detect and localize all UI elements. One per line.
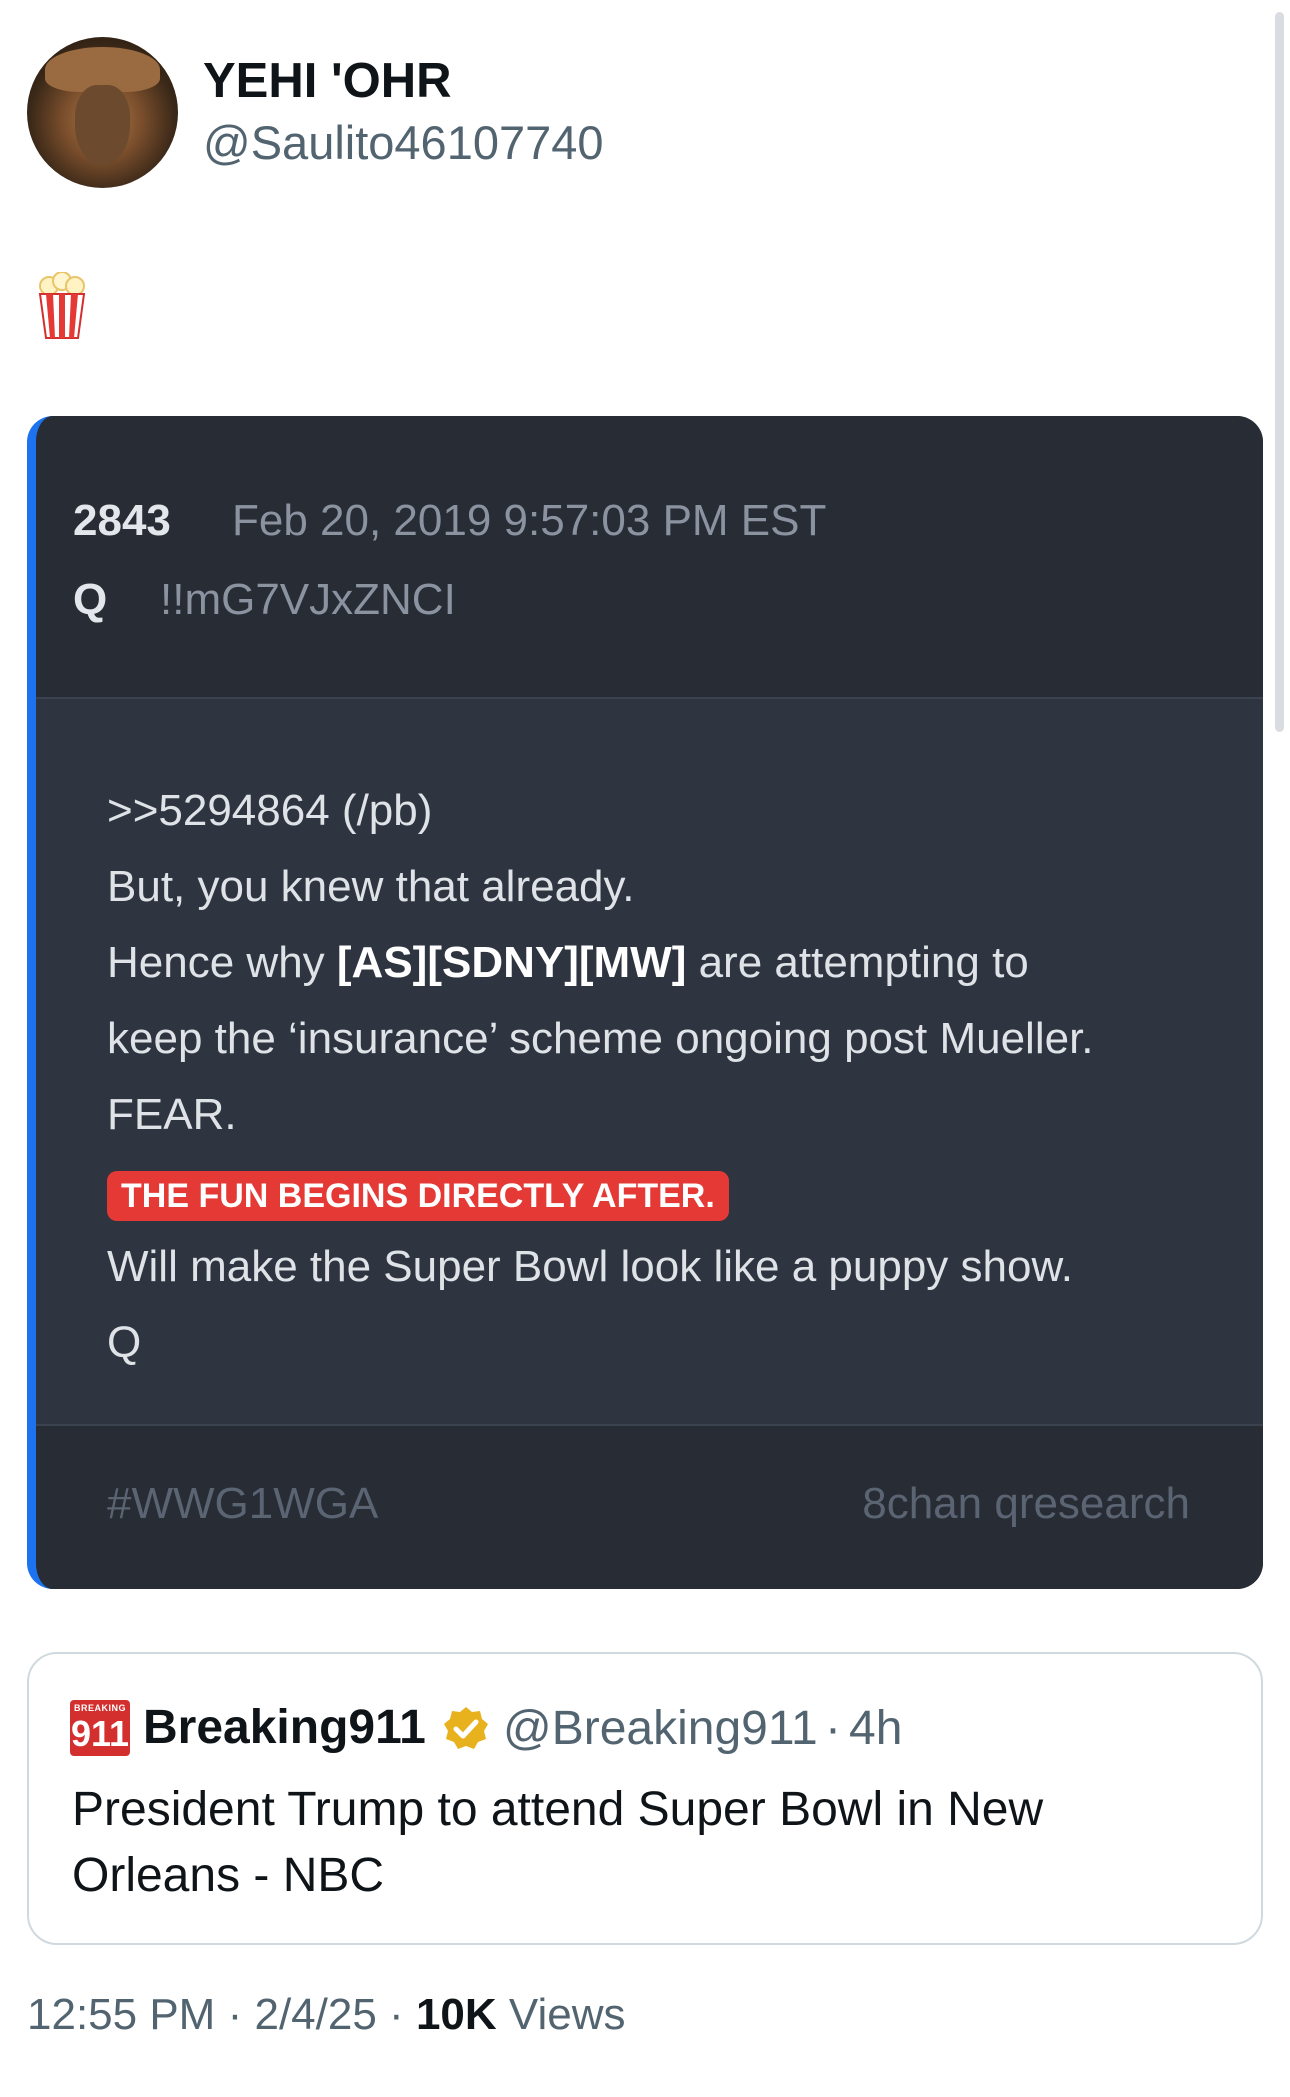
q-source: 8chan qresearch [862,1479,1190,1528]
views-count: 10K [415,1990,497,2039]
q-author: Q [73,575,108,624]
separator-dot: · [825,1702,841,1755]
quoted-handle[interactable]: @Breaking911 [503,1701,818,1756]
post-metadata: 12:55 PM · 2/4/25 · 10K Views [27,1990,625,2040]
quoted-display-name[interactable]: Breaking911 [143,1700,426,1755]
q-card-header [36,416,1263,699]
avatar[interactable] [27,37,178,188]
q-line: FEAR. [107,1090,237,1139]
q-tripcode: !!mG7VJxZNCI [160,575,456,624]
post-date[interactable]: 2/4/25 [254,1990,376,2039]
views-label: Views [508,1990,626,2039]
q-line: keep the ‘insurance’ scheme ongoing post… [107,1014,1094,1063]
display-name[interactable]: YEHI 'OHR [203,53,452,109]
avatar-face [75,85,130,165]
q-line: Hence why [AS][SDNY][MW] are attempting … [107,938,1029,988]
q-line-bold: [AS][SDNY][MW] [336,938,687,987]
q-line-part: Hence why [107,938,337,987]
separator-dot: · [389,1990,404,2039]
popcorn-icon [38,272,86,339]
q-hashtag: #WWG1WGA [107,1479,379,1528]
logo-main-text: 911 [70,1713,130,1754]
logo-top-text: BREAKING [73,1703,126,1713]
q-line-part: are attempting to [686,938,1029,987]
post-time[interactable]: 12:55 PM [27,1990,215,2039]
q-line: But, you knew that already. [107,862,635,911]
q-line: Will make the Super Bowl look like a pup… [107,1242,1074,1291]
verified-badge-icon [444,1707,488,1749]
q-line-ref: >>5294864 (/pb) [107,786,433,835]
separator-dot: · [227,1990,243,2039]
breaking911-logo[interactable]: BREAKING 911 [70,1700,130,1756]
q-post-number: 2843 [73,496,171,545]
user-handle[interactable]: @Saulito46107740 [203,115,604,170]
quoted-timestamp[interactable]: 4h [849,1701,902,1756]
q-signature: Q [107,1318,142,1367]
scrollbar[interactable] [1275,12,1284,732]
q-highlight-banner: THE FUN BEGINS DIRECTLY AFTER. [107,1171,729,1221]
quoted-text: President Trump to attend Super Bowl in … [72,1783,1044,1902]
q-post-date: Feb 20, 2019 9:57:03 PM EST [232,496,827,545]
